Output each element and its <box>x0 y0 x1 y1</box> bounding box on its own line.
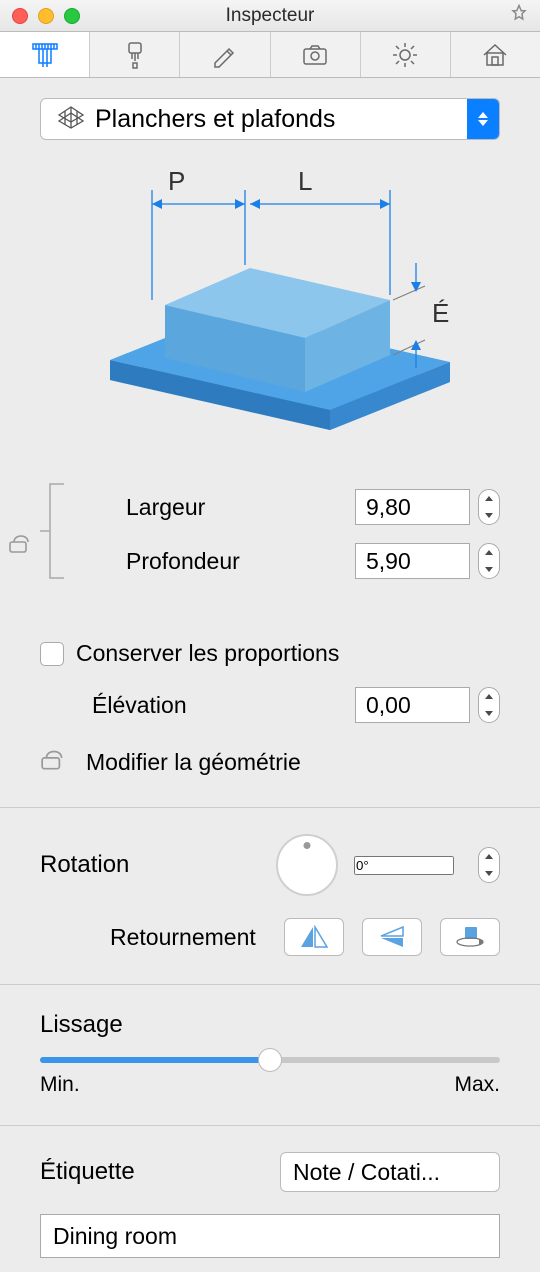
proportions-label: Conserver les proportions <box>76 640 339 667</box>
smoothing-min-label: Min. <box>40 1073 80 1097</box>
tab-geometry[interactable] <box>0 32 90 77</box>
category-selector[interactable]: Planchers et plafonds <box>40 98 500 140</box>
largeur-label: Largeur <box>126 494 355 521</box>
dropdown-arrow-icon <box>467 99 499 139</box>
divider <box>0 1125 540 1126</box>
elevation-label: Élévation <box>92 692 355 719</box>
profondeur-label: Profondeur <box>126 548 355 575</box>
tab-light[interactable] <box>361 32 451 77</box>
svg-text:É: É <box>432 298 449 328</box>
close-window-button[interactable] <box>12 8 28 24</box>
flip-horizontal-button[interactable] <box>284 918 344 956</box>
dimension-diagram: P L É <box>40 160 500 436</box>
etiquette-type-select[interactable]: Note / Cotati... <box>280 1152 500 1192</box>
elevation-input[interactable] <box>355 687 470 723</box>
svg-text:L: L <box>298 166 312 196</box>
smoothing-title: Lissage <box>40 1011 500 1039</box>
rotation-input[interactable] <box>354 856 454 875</box>
inspector-tabs <box>0 32 540 78</box>
largeur-input[interactable] <box>355 489 470 525</box>
tab-camera[interactable] <box>271 32 361 77</box>
smoothing-slider[interactable] <box>40 1057 500 1063</box>
profondeur-stepper[interactable] <box>478 543 500 579</box>
proportions-checkbox[interactable] <box>40 642 64 666</box>
titlebar: Inspecteur <box>0 0 540 32</box>
zoom-window-button[interactable] <box>64 8 80 24</box>
floor-icon <box>55 103 87 135</box>
tab-paint[interactable] <box>90 32 180 77</box>
tab-edit[interactable] <box>180 32 270 77</box>
rotate-3d-button[interactable] <box>440 918 500 956</box>
minimize-window-button[interactable] <box>38 8 54 24</box>
etiquette-type-label: Note / Cotati... <box>281 1159 469 1186</box>
largeur-stepper[interactable] <box>478 489 500 525</box>
flip-label: Retournement <box>110 924 256 951</box>
tab-house[interactable] <box>451 32 540 77</box>
window-title: Inspecteur <box>226 5 315 27</box>
lock-open-icon[interactable] <box>8 532 34 554</box>
pin-icon[interactable] <box>510 4 528 28</box>
divider <box>0 807 540 808</box>
svg-text:P: P <box>168 166 185 196</box>
etiquette-title: Étiquette <box>40 1158 266 1186</box>
profondeur-input[interactable] <box>355 543 470 579</box>
divider <box>0 984 540 985</box>
etiquette-input[interactable] <box>40 1214 500 1258</box>
flip-vertical-button[interactable] <box>362 918 422 956</box>
link-bracket <box>40 476 76 592</box>
category-label: Planchers et plafonds <box>95 105 467 134</box>
elevation-stepper[interactable] <box>478 687 500 723</box>
smoothing-max-label: Max. <box>454 1073 500 1097</box>
rotation-stepper[interactable] <box>478 847 500 883</box>
rotation-title: Rotation <box>40 851 129 879</box>
lock-open-icon[interactable] <box>40 745 68 779</box>
modify-geometry-label: Modifier la géométrie <box>86 749 301 776</box>
rotation-knob[interactable] <box>276 834 338 896</box>
